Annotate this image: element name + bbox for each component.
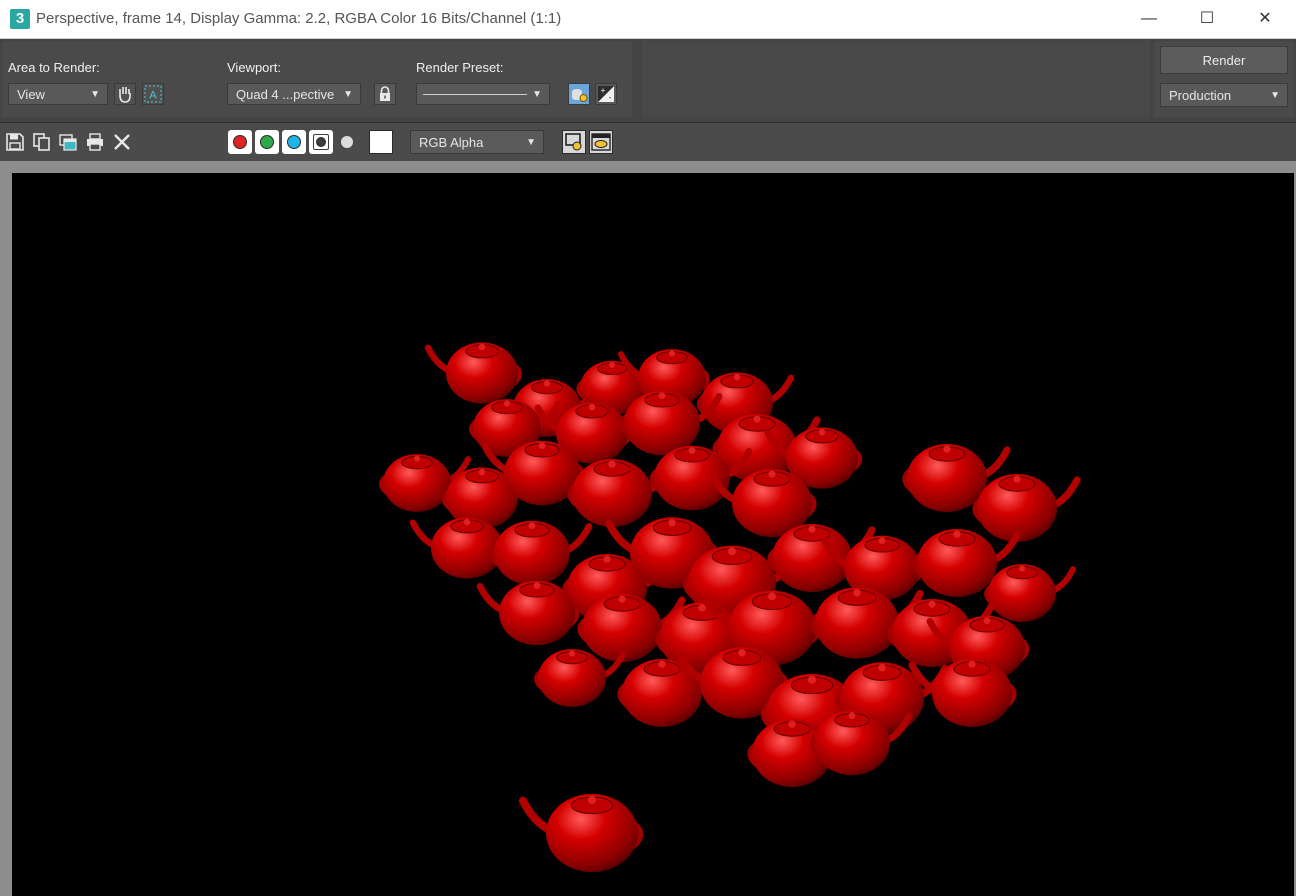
teapot (409, 517, 508, 579)
blue-channel-icon (287, 135, 301, 149)
pan-hand-icon[interactable] (114, 83, 136, 105)
svg-text:+: + (601, 86, 606, 95)
red-channel-toggle[interactable] (228, 130, 252, 154)
close-window-button[interactable]: ✕ (1236, 0, 1294, 38)
green-channel-icon (260, 135, 274, 149)
teapot (984, 564, 1077, 622)
teapot (518, 793, 644, 873)
render-settings-panel: Area to Render: View ▼ A Viewport: Quad … (0, 39, 1296, 121)
frame-buffer-area (0, 161, 1296, 896)
copy-icon[interactable] (32, 132, 52, 152)
app-logo-icon: 3 (10, 9, 30, 29)
teapot (476, 580, 580, 646)
channel-display-dropdown[interactable]: RGB Alpha ▼ (410, 130, 544, 154)
teapot (972, 474, 1081, 542)
svg-text:A: A (149, 90, 157, 102)
area-to-render-dropdown[interactable]: View ▼ (8, 83, 108, 105)
monochrome-icon[interactable] (341, 136, 353, 148)
alpha-channel-toggle[interactable] (309, 130, 333, 154)
render-preset-label: Render Preset: (416, 60, 504, 75)
window-title: Perspective, frame 14, Display Gamma: 2.… (36, 10, 562, 27)
render-mode-value: Production (1169, 88, 1232, 103)
viewport-dropdown[interactable]: Quad 4 ...pective ▼ (227, 83, 361, 105)
area-to-render-label: Area to Render: (8, 60, 100, 75)
render-preset-dropdown[interactable]: ▼ (416, 83, 550, 105)
minimize-button[interactable]: — (1120, 0, 1178, 38)
frame-buffer-toolbar: RGB Alpha ▼ (0, 122, 1296, 161)
toggle-ui-overlays-icon[interactable] (562, 130, 586, 154)
empty-section (642, 41, 1150, 117)
red-channel-icon (233, 135, 247, 149)
channel-display-value: RGB Alpha (419, 135, 484, 150)
blue-channel-toggle[interactable] (282, 130, 306, 154)
chevron-down-icon: ▼ (343, 89, 353, 100)
environment-effects-icon[interactable]: + - (595, 83, 617, 105)
lock-icon[interactable] (374, 83, 396, 105)
clone-window-icon[interactable] (58, 132, 78, 152)
render-setup-icon[interactable] (568, 83, 590, 105)
svg-text:-: - (609, 93, 612, 102)
chevron-down-icon: ▼ (1270, 90, 1280, 101)
rendered-teapots-image (379, 342, 1081, 873)
alpha-channel-icon (316, 137, 326, 147)
render-button[interactable]: Render (1160, 46, 1288, 74)
auto-region-icon[interactable]: A (142, 83, 164, 105)
maximize-button[interactable]: ☐ (1178, 0, 1236, 38)
green-channel-toggle[interactable] (255, 130, 279, 154)
display-correction-icon[interactable] (589, 130, 613, 154)
preset-separator (423, 94, 527, 95)
chevron-down-icon: ▼ (532, 89, 542, 100)
chevron-down-icon: ▼ (90, 89, 100, 100)
teapot-cluster (379, 342, 1081, 873)
title-bar: 3 Perspective, frame 14, Display Gamma: … (0, 0, 1296, 39)
teapot (424, 342, 523, 404)
area-to-render-value: View (17, 87, 45, 102)
save-icon[interactable] (5, 132, 25, 152)
viewport-value: Quad 4 ...pective (236, 87, 335, 102)
print-icon[interactable] (85, 132, 105, 152)
viewport-label: Viewport: (227, 60, 281, 75)
chevron-down-icon: ▼ (526, 137, 536, 148)
clear-icon[interactable] (112, 132, 132, 152)
rendered-image (12, 173, 1294, 896)
color-swatch[interactable] (369, 130, 393, 154)
render-mode-dropdown[interactable]: Production ▼ (1160, 83, 1288, 107)
